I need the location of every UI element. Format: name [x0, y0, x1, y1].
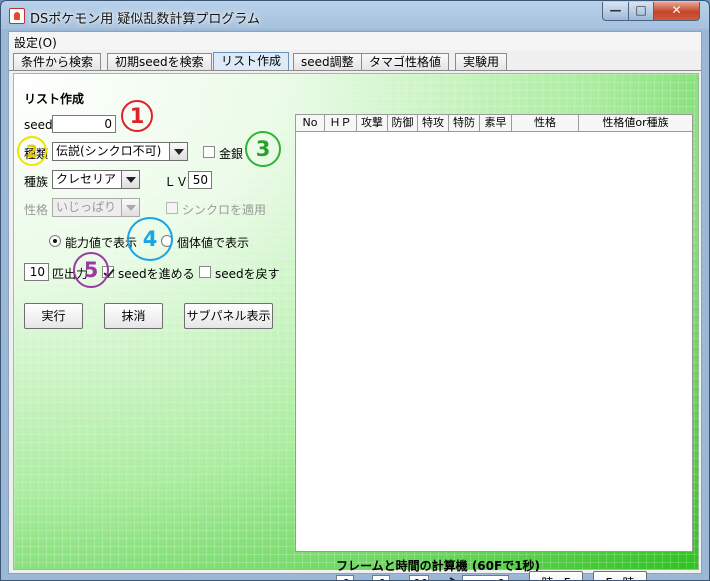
- nature-label: 性格: [24, 203, 49, 217]
- column-header-defense[interactable]: 防御: [388, 115, 418, 132]
- column-header-speed[interactable]: 素早: [480, 115, 512, 132]
- app-window: DSポケモン用 疑似乱数計算プログラム — □ ✕ 設定(O) 条件から検索 初…: [0, 0, 710, 581]
- erase-button[interactable]: 抹消: [104, 303, 163, 329]
- gold-silver-label: 金銀: [219, 147, 244, 161]
- tab-seed-adjust[interactable]: seed調整: [293, 53, 362, 71]
- list-creation-panel: リスト作成 seed 0 種類 伝説(シンクロ不可) 金銀 種族 クレセリア Ｌ…: [13, 73, 699, 580]
- centiseconds-input[interactable]: 00: [409, 575, 429, 580]
- column-header-sp-defense[interactable]: 特防: [449, 115, 480, 132]
- column-header-attack[interactable]: 攻撃: [357, 115, 388, 132]
- frames-input[interactable]: 0: [462, 575, 509, 580]
- tab-search-by-conditions[interactable]: 条件から検索: [13, 53, 102, 71]
- annotation-marker-2: 2: [17, 136, 47, 166]
- chevron-down-icon[interactable]: [169, 143, 187, 160]
- species-dropdown[interactable]: クレセリア: [52, 170, 140, 189]
- tab-divider: [9, 70, 701, 71]
- menu-settings[interactable]: 設定(O): [14, 34, 57, 51]
- species-label: 種族: [24, 175, 49, 189]
- execute-button[interactable]: 実行: [24, 303, 83, 329]
- tab-strip: 条件から検索 初期seedを検索 リスト作成 seed調整 タマゴ性格値 実験用: [9, 52, 701, 71]
- display-iv-label: 個体値で表示: [177, 236, 250, 250]
- level-input[interactable]: 50: [188, 171, 212, 189]
- display-stats-radio[interactable]: [49, 235, 61, 247]
- annotation-marker-5: 5: [73, 252, 109, 288]
- tab-initial-seed-search[interactable]: 初期seedを検索: [107, 53, 212, 71]
- column-header-no[interactable]: No: [296, 115, 325, 132]
- kind-dropdown[interactable]: 伝説(シンクロ不可): [52, 142, 188, 161]
- time-to-frame-button[interactable]: 時→F: [529, 571, 583, 580]
- level-label: ＬＶ: [164, 175, 189, 189]
- title-bar: DSポケモン用 疑似乱数計算プログラム — □ ✕: [1, 1, 709, 31]
- column-header-hp[interactable]: ＨＰ: [325, 115, 357, 132]
- column-header-nature-value-or-species[interactable]: 性格値or種族: [579, 115, 692, 132]
- window-title: DSポケモン用 疑似乱数計算プログラム: [30, 12, 261, 27]
- column-header-nature[interactable]: 性格: [512, 115, 579, 132]
- seconds-input[interactable]: 0: [372, 575, 390, 580]
- annotation-marker-4: 4: [127, 217, 173, 261]
- chevron-down-icon[interactable]: [121, 171, 139, 188]
- advance-seed-label: seedを進める: [118, 267, 195, 281]
- table-header: No ＨＰ 攻撃 防御 特攻 特防 素早 性格 性格値or種族: [296, 115, 692, 132]
- java-app-icon: [9, 8, 25, 24]
- gold-silver-checkbox[interactable]: [203, 146, 215, 158]
- output-count-input[interactable]: 10: [24, 263, 49, 281]
- tab-egg-nature-value[interactable]: タマゴ性格値: [361, 53, 450, 71]
- maximize-button[interactable]: □: [628, 2, 654, 21]
- close-button[interactable]: ✕: [653, 2, 700, 21]
- nature-selected-value: いじっぱり: [56, 200, 117, 214]
- swap-arrows-icon: [437, 577, 456, 580]
- seed-label: seed: [24, 118, 53, 132]
- tab-list-creation[interactable]: リスト作成: [213, 52, 290, 71]
- minimize-button[interactable]: —: [602, 2, 629, 21]
- column-header-sp-attack[interactable]: 特攻: [418, 115, 449, 132]
- annotation-marker-3: 3: [245, 131, 281, 167]
- section-title: リスト作成: [24, 92, 85, 106]
- revert-seed-checkbox[interactable]: [199, 266, 211, 278]
- results-table[interactable]: No ＨＰ 攻撃 防御 特攻 特防 素早 性格 性格値or種族: [295, 114, 693, 552]
- kind-selected-value: 伝説(シンクロ不可): [56, 144, 162, 158]
- seed-input[interactable]: 0: [52, 115, 116, 133]
- menu-bar: 設定(O): [9, 32, 701, 50]
- window-client-area: 設定(O) 条件から検索 初期seedを検索 リスト作成 seed調整 タマゴ性…: [8, 31, 702, 580]
- tab-experimental[interactable]: 実験用: [455, 53, 508, 71]
- frame-to-time-button[interactable]: F→時: [593, 571, 647, 580]
- synchro-label: シンクロを適用: [182, 203, 267, 217]
- nature-dropdown[interactable]: いじっぱり: [52, 198, 140, 217]
- annotation-marker-1: 1: [121, 100, 153, 132]
- subpanel-button[interactable]: サブパネル表示: [184, 303, 273, 329]
- species-selected-value: クレセリア: [56, 172, 117, 186]
- minutes-input[interactable]: 0: [336, 575, 354, 580]
- chevron-down-icon[interactable]: [121, 199, 139, 216]
- calculator-title: フレームと時間の計算機 (60Fで1秒): [336, 559, 541, 573]
- synchro-checkbox[interactable]: [166, 202, 178, 214]
- revert-seed-label: seedを戻す: [215, 267, 280, 281]
